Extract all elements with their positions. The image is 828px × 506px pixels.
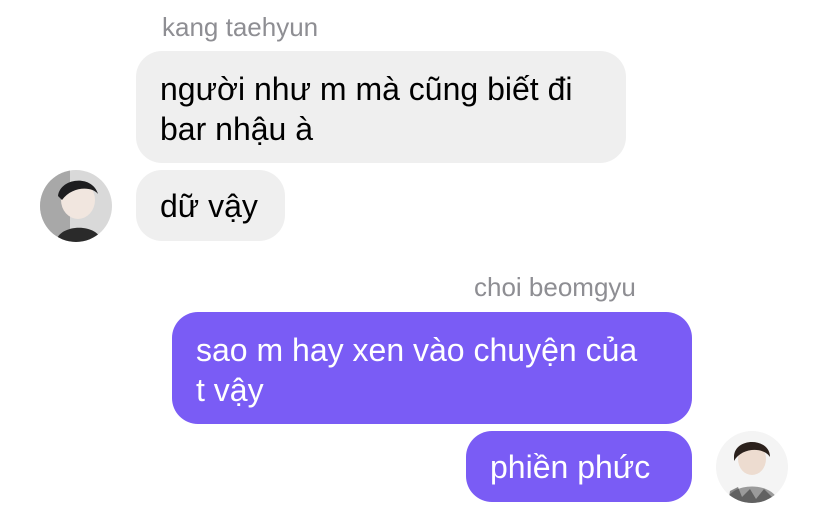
message-text: phiền phức xyxy=(490,449,651,485)
message-bubble-incoming[interactable]: dữ vậy xyxy=(136,170,285,241)
avatar-photo-icon xyxy=(716,431,788,503)
avatar-kang-taehyun[interactable] xyxy=(40,170,112,242)
message-bubble-outgoing[interactable]: phiền phức xyxy=(466,431,692,502)
sender-name-choi-beomgyu: choi beomgyu xyxy=(474,272,636,302)
message-bubble-incoming[interactable]: người như m mà cũng biết đi bar nhậu à xyxy=(136,51,626,163)
message-text: người như m mà cũng biết đi bar nhậu à xyxy=(160,71,573,147)
message-text: dữ vậy xyxy=(160,188,258,224)
avatar-photo-icon xyxy=(40,170,112,242)
avatar-choi-beomgyu[interactable] xyxy=(716,431,788,503)
sender-name-kang-taehyun: kang taehyun xyxy=(162,12,319,42)
message-bubble-outgoing[interactable]: sao m hay xen vào chuyện của t vậy xyxy=(172,312,692,424)
message-text: sao m hay xen vào chuyện của t vậy xyxy=(196,332,638,408)
